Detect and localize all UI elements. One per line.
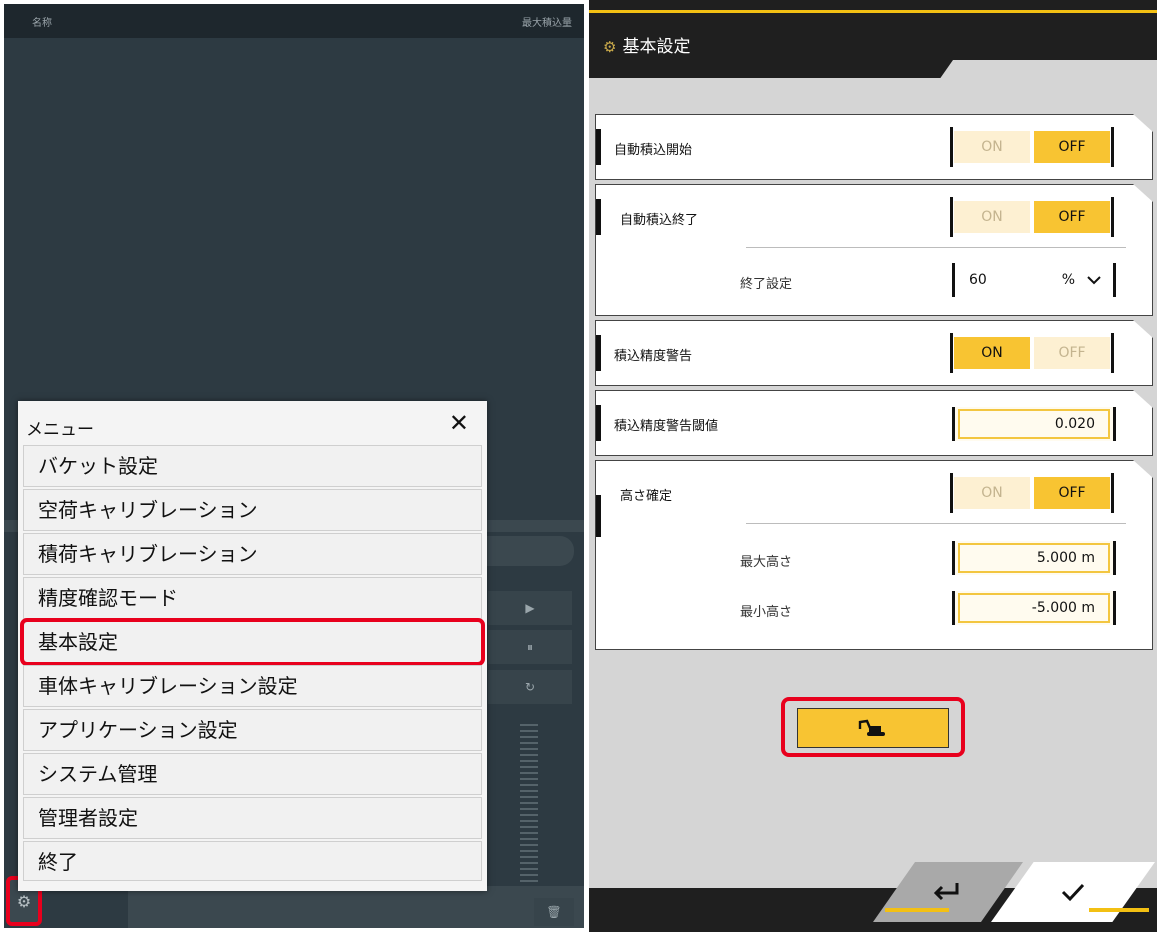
auto-load-start-toggle[interactable]: ON OFF [950, 127, 1114, 167]
auto-load-end-label: 自動積込終了 [620, 213, 699, 228]
reset-button[interactable]: ↻ [488, 670, 572, 704]
return-arrow-icon [933, 883, 959, 901]
section-marker [596, 199, 601, 235]
page-title-row: ⚙ 基本設定 [603, 32, 690, 57]
toggle-off-option[interactable]: OFF [1034, 201, 1110, 233]
checkmark-icon [1061, 883, 1085, 902]
menu-item-empty-calibration[interactable]: 空荷キャリブレーション [23, 489, 482, 531]
accuracy-threshold-label: 積込精度警告閾値 [614, 419, 719, 434]
toggle-on-option[interactable]: ON [954, 337, 1030, 369]
menu-item-load-calibration[interactable]: 積荷キャリブレーション [23, 533, 482, 575]
card-accuracy-threshold: 積込精度警告閾値 0.020 [595, 390, 1153, 456]
accuracy-warning-label: 積込精度警告 [614, 349, 693, 364]
excavator-icon [858, 719, 885, 736]
accuracy-warning-toggle[interactable]: ON OFF [950, 333, 1114, 373]
level-scale [520, 724, 538, 884]
menu-item-system-admin[interactable]: システム管理 [23, 753, 482, 795]
close-icon[interactable]: ✕ [449, 409, 469, 437]
height-confirm-label: 高さ確定 [620, 489, 673, 504]
toggle-on-option[interactable]: ON [954, 201, 1030, 233]
max-height-input[interactable]: 5.000 m [952, 541, 1116, 575]
min-height-value: -5.000 m [1031, 600, 1095, 616]
accuracy-threshold-input[interactable]: 0.020 [952, 407, 1116, 441]
page-title: 基本設定 [622, 37, 691, 57]
min-height-input[interactable]: -5.000 m [952, 591, 1116, 625]
play-button[interactable]: ▶ [488, 591, 572, 625]
menu-item-accuracy-mode[interactable]: 精度確認モード [23, 577, 482, 619]
column-name: 名称 [32, 18, 52, 29]
max-height-label: 最大高さ [740, 555, 793, 570]
card-height-confirm: 高さ確定 ON OFF 最大高さ 5.000 m 最小高さ -5.000 m [595, 460, 1153, 650]
menu-item-exit[interactable]: 終了 [23, 841, 482, 881]
divider [746, 247, 1126, 248]
gear-icon: ⚙ [603, 38, 617, 56]
bottom-toolbar [128, 886, 584, 928]
auto-load-start-label: 自動積込開始 [614, 143, 693, 158]
pause-button[interactable]: ⏸ [488, 630, 572, 664]
menu-item-app-settings[interactable]: アプリケーション設定 [23, 709, 482, 751]
accent-line [589, 10, 1157, 13]
confirm-button-accent [1089, 908, 1149, 912]
toggle-off-option[interactable]: OFF [1034, 131, 1110, 163]
auto-load-end-toggle[interactable]: ON OFF [950, 197, 1114, 237]
card-accuracy-warning: 積込精度警告 ON OFF [595, 320, 1153, 386]
toggle-on-option[interactable]: ON [954, 477, 1030, 509]
column-max-load: 最大積込量 [522, 18, 572, 29]
back-button-accent [885, 908, 949, 912]
end-setting-select[interactable]: 60 % [952, 263, 1116, 297]
right-screen: ⚙ 基本設定 自動積込開始 ON OFF 自動積込終了 ON OFF 終了設定 6… [589, 0, 1157, 932]
end-setting-value: 60 [969, 272, 987, 288]
accuracy-threshold-value: 0.020 [1054, 416, 1095, 432]
chevron-down-icon [1087, 275, 1101, 285]
excavator-button[interactable] [797, 708, 949, 748]
toggle-on-option[interactable]: ON [954, 131, 1030, 163]
end-setting-unit: % [1061, 272, 1075, 288]
toggle-off-option[interactable]: OFF [1034, 337, 1110, 369]
menu-item-body-calibration[interactable]: 車体キャリブレーション設定 [23, 665, 482, 707]
left-screen: 名称 最大積込量 ▶ ⏸ ↻ 🗑 ⚙ メニュー ✕ バケット設定 空荷キャリブレ… [4, 4, 584, 928]
menu-item-basic-settings[interactable]: 基本設定 [20, 618, 485, 666]
section-marker [596, 129, 601, 165]
max-height-value: 5.000 m [1036, 550, 1095, 566]
end-setting-label: 終了設定 [740, 277, 793, 292]
menu-title: メニュー [26, 420, 94, 440]
section-marker [596, 405, 601, 441]
menu-item-bucket-settings[interactable]: バケット設定 [23, 445, 482, 487]
card-auto-load-end: 自動積込終了 ON OFF 終了設定 60 % [595, 184, 1153, 316]
section-marker [596, 335, 601, 371]
divider [746, 523, 1126, 524]
card-auto-load-start: 自動積込開始 ON OFF [595, 114, 1153, 180]
menu-item-admin-settings[interactable]: 管理者設定 [23, 797, 482, 839]
background-progress-bar [484, 536, 574, 566]
min-height-label: 最小高さ [740, 605, 793, 620]
section-marker [596, 495, 601, 537]
title-bar-notch [939, 60, 1157, 80]
height-confirm-toggle[interactable]: ON OFF [950, 473, 1114, 513]
toggle-off-option[interactable]: OFF [1034, 477, 1110, 509]
list-header: 名称 最大積込量 [4, 4, 584, 38]
gear-icon: ⚙ [16, 891, 32, 911]
delete-button[interactable]: 🗑 [534, 898, 574, 926]
menu-popup: メニュー ✕ バケット設定 空荷キャリブレーション 積荷キャリブレーション 精度… [18, 401, 487, 891]
